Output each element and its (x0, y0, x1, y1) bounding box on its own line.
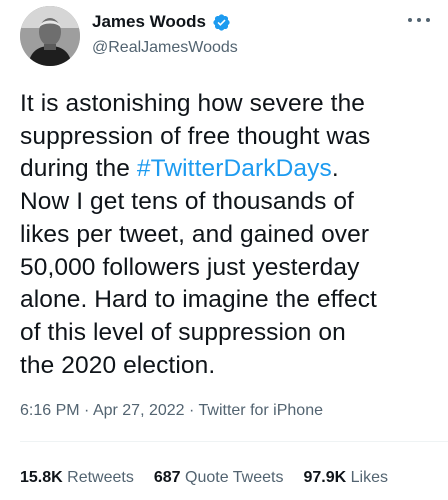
retweets-label: Retweets (67, 469, 134, 486)
handle[interactable]: @RealJamesWoods (92, 39, 238, 57)
quote-tweets-label: Quote Tweets (185, 469, 284, 486)
hashtag-link[interactable]: #TwitterDarkDays (137, 155, 332, 182)
tweet-line: likes per tweet, and gained over (20, 220, 370, 248)
name-row: James Woods (92, 10, 238, 34)
divider (20, 441, 448, 442)
tweet-header: James Woods @RealJamesWoods (20, 6, 432, 70)
tweet-stats: 15.8K Retweets 687 Quote Tweets 97.9K Li… (20, 469, 436, 487)
display-name[interactable]: James Woods (92, 12, 206, 32)
meta-separator: · (184, 402, 199, 419)
tweet-date[interactable]: Apr 27, 2022 (93, 402, 185, 419)
tweet-line: alone. Hard to imagine the effect (20, 286, 377, 314)
verified-badge-icon (212, 13, 231, 32)
tweet-line: 50,000 followers just yesterday (20, 253, 360, 281)
tweet-line: Now I get tens of thousands of (20, 188, 354, 216)
tweet-line: the 2020 election. (20, 351, 216, 379)
tweet-text: It is astonishing how severe the suppres… (20, 88, 430, 382)
tweet-time[interactable]: 6:16 PM (20, 402, 80, 419)
more-options-icon[interactable] (408, 10, 430, 30)
avatar[interactable] (20, 6, 80, 66)
likes-label: Likes (350, 469, 388, 486)
tweet-line: It is astonishing how severe the (20, 90, 366, 117)
retweets-count: 15.8K (20, 469, 63, 486)
tweet-source[interactable]: Twitter for iPhone (199, 402, 324, 419)
likes-count: 97.9K (303, 469, 347, 486)
avatar-portrait-icon (20, 6, 80, 66)
tweet-card: James Woods @RealJamesWoods It is astoni… (0, 0, 448, 500)
likes-stat[interactable]: 97.9K Likes (303, 469, 388, 487)
author-names: James Woods @RealJamesWoods (92, 10, 238, 57)
quote-tweets-count: 687 (153, 469, 181, 486)
tweet-meta: 6:16 PM · Apr 27, 2022 · Twitter for iPh… (20, 402, 323, 420)
tweet-line: of this level of suppression on (20, 318, 346, 346)
retweets-stat[interactable]: 15.8K Retweets (20, 469, 134, 487)
quote-tweets-stat[interactable]: 687 Quote Tweets (154, 469, 284, 487)
tweet-line: during the #TwitterDarkDays. (20, 155, 339, 183)
meta-separator: · (79, 402, 93, 419)
tweet-line: suppression of free thought was (20, 122, 371, 150)
